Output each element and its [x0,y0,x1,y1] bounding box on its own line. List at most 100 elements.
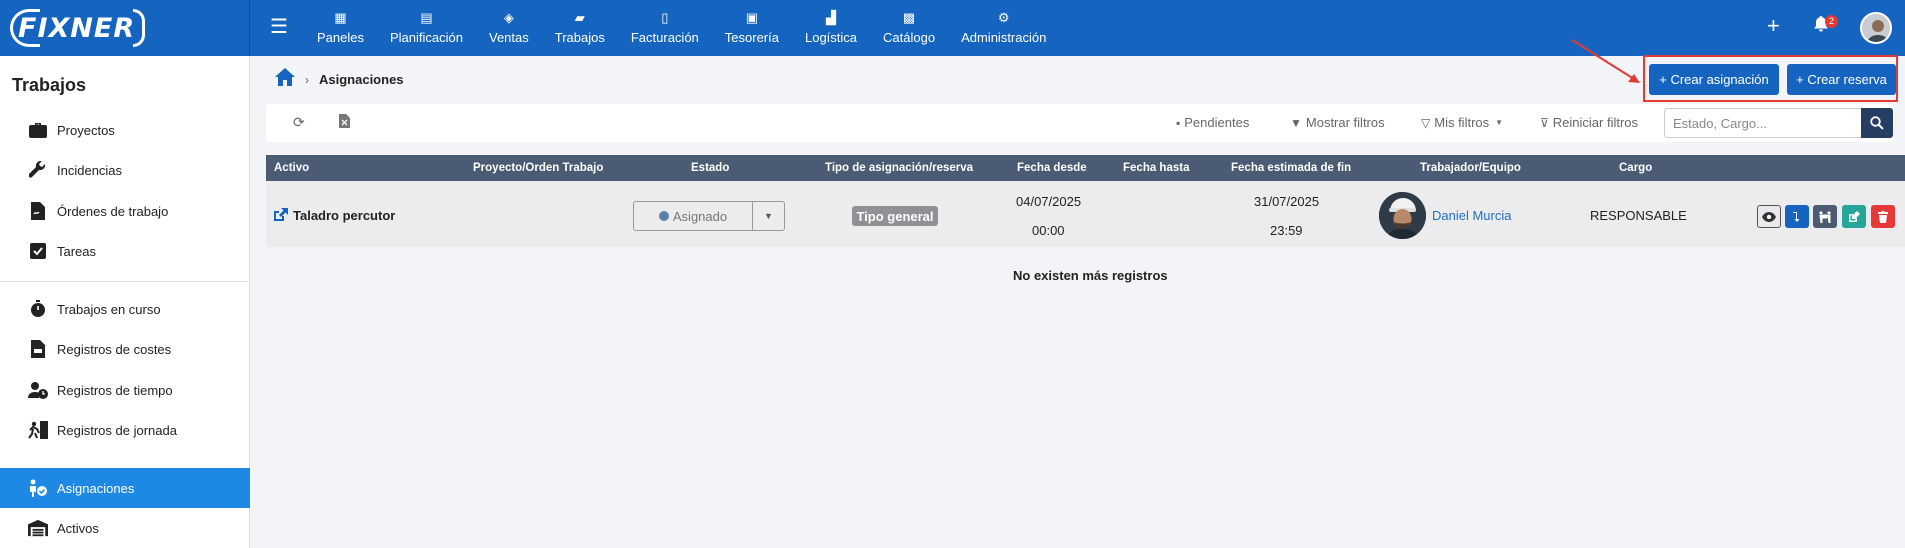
gear-icon: ⚙ [997,10,1010,25]
hamburger-menu-icon[interactable]: ☰ [270,17,288,37]
column-header[interactable]: Proyecto/Orden Trabajo [473,155,603,181]
create-assignment-button[interactable]: + Crear asignación [1649,64,1779,95]
hora-fin-cell: 23:59 [1270,223,1303,238]
sidebar-item-registros-tiempo[interactable]: Registros de tiempo [0,370,250,410]
briefcase-icon [28,120,48,140]
calendar-icon: ▤ [420,10,433,25]
estado-button[interactable]: Asignado [633,201,753,231]
caret-down-icon: ▼ [1495,118,1504,127]
column-header[interactable]: Fecha hasta [1123,155,1189,181]
sidebar: Trabajos Proyectos Incidencias Órdenes d… [0,56,250,548]
transfer-button[interactable] [1813,205,1837,228]
sidebar-item-registros-jornada[interactable]: Registros de jornada [0,410,250,450]
hora-desde-cell: 00:00 [1032,223,1065,238]
nav-logistica[interactable]: ▟ Logística [792,0,870,56]
status-dot-icon [658,211,669,221]
level-down-icon [1793,211,1800,222]
nav-label: Trabajos [554,30,605,45]
estado-dropdown-toggle[interactable]: ▼ [752,201,785,231]
nav-tesoreria[interactable]: ▣ Tesorería [712,0,792,56]
pendientes-label: Pendientes [1184,115,1250,130]
file-invoice-icon [28,339,48,359]
dashboard-icon: ▦ [334,10,347,25]
exclamation-icon: ▪ [1176,115,1181,130]
check-square-icon [28,241,48,261]
column-header[interactable]: Tipo de asignación/reserva [825,155,973,181]
nav-ventas[interactable]: ◈ Ventas [476,0,542,56]
mis-filtros-dropdown[interactable]: ▽ Mis filtros ▼ [1421,115,1503,130]
fecha-desde-cell: 04/07/2025 [1016,194,1082,209]
refresh-icon[interactable]: ⟳ [293,114,305,131]
column-header[interactable]: Activo [274,155,309,181]
worker-avatar [1379,192,1426,239]
delete-button[interactable] [1871,205,1895,228]
pendientes-button[interactable]: ▪ Pendientes [1176,115,1249,130]
nav-label: Paneles [317,30,364,45]
quick-add-icon[interactable]: + [1767,15,1780,37]
notification-badge: 2 [1825,15,1839,28]
mostrar-filtros-button[interactable]: ▼ Mostrar filtros [1290,115,1385,130]
nav-label: Catálogo [883,30,936,45]
mis-filtros-label: Mis filtros [1434,115,1490,130]
column-header[interactable]: Cargo [1619,155,1652,181]
sidebar-item-asignaciones[interactable]: Asignaciones [0,468,250,508]
sidebar-item-trabajos-en-curso[interactable]: Trabajos en curso [0,289,250,329]
nav-administracion[interactable]: ⚙ Administración [948,0,1059,56]
nav-paneles[interactable]: ▦ Paneles [304,0,377,56]
stopwatch-icon [28,299,48,319]
logo-right-arc [133,9,146,47]
sidebar-item-label: Órdenes de trabajo [57,203,169,219]
nav-catalogo[interactable]: ▩ Catálogo [870,0,948,56]
nav-trabajos[interactable]: ▰ Trabajos [542,0,618,56]
nav-label: Facturación [630,30,699,45]
return-button[interactable] [1785,205,1809,228]
nav-label: Logística [804,30,858,45]
search-input[interactable] [1664,108,1862,138]
create-reservation-button[interactable]: + Crear reserva [1787,64,1896,95]
column-header[interactable]: Estado [691,155,729,181]
sidebar-item-label: Incidencias [57,162,123,178]
handshake-icon: ◈ [503,10,514,25]
sidebar-item-label: Asignaciones [57,480,135,496]
user-clock-icon [28,380,48,400]
nav-planificacion[interactable]: ▤ Planificación [377,0,476,56]
worker-link[interactable]: Daniel Murcia [1432,208,1511,223]
breadcrumb-current: Asignaciones [319,72,404,87]
chevron-right-icon: › [305,72,309,87]
sidebar-item-proyectos[interactable]: Proyectos [0,110,250,150]
boxes-icon: ▩ [902,10,916,25]
sidebar-item-incidencias[interactable]: Incidencias [0,150,250,190]
people-carry-icon [1819,210,1831,223]
logo-area: FIXNER [0,0,250,56]
tipo-badge: Tipo general [852,206,938,226]
column-header[interactable]: Fecha desde [1017,155,1087,181]
nav-label: Tesorería [724,30,779,45]
activo-cell[interactable]: Taladro percutor [293,208,395,223]
dolly-icon: ▟ [826,10,836,25]
filter-list-icon: ▽ [1421,115,1431,130]
invoice-icon: ▯ [661,10,669,25]
sidebar-item-ordenes[interactable]: Órdenes de trabajo [0,191,250,231]
edit-button[interactable] [1842,205,1866,228]
view-button[interactable] [1757,205,1781,228]
column-header[interactable]: Fecha estimada de fin [1231,155,1351,181]
search-button[interactable] [1861,108,1893,138]
empty-message: No existen más registros [1013,268,1168,283]
nav-facturacion[interactable]: ▯ Facturación [618,0,712,56]
sidebar-item-registros-costes[interactable]: Registros de costes [0,329,250,369]
excel-export-icon[interactable] [339,114,350,131]
sidebar-item-label: Tareas [57,243,97,259]
sidebar-item-tareas[interactable]: Tareas [0,231,250,271]
user-check-icon [28,478,48,498]
user-avatar[interactable] [1860,12,1892,44]
brand-logo[interactable]: FIXNER [10,9,146,47]
home-icon[interactable] [275,68,295,91]
sidebar-item-label: Registros de tiempo [57,382,173,398]
cargo-cell: RESPONSABLE [1590,208,1687,223]
sidebar-item-activos[interactable]: Activos [0,508,250,548]
reiniciar-filtros-button[interactable]: ⊽ Reiniciar filtros [1540,115,1638,130]
column-header[interactable]: Trabajador/Equipo [1420,155,1521,181]
warehouse-icon [28,518,48,538]
sidebar-item-label: Registros de jornada [57,422,177,438]
open-external-icon[interactable] [273,208,288,225]
